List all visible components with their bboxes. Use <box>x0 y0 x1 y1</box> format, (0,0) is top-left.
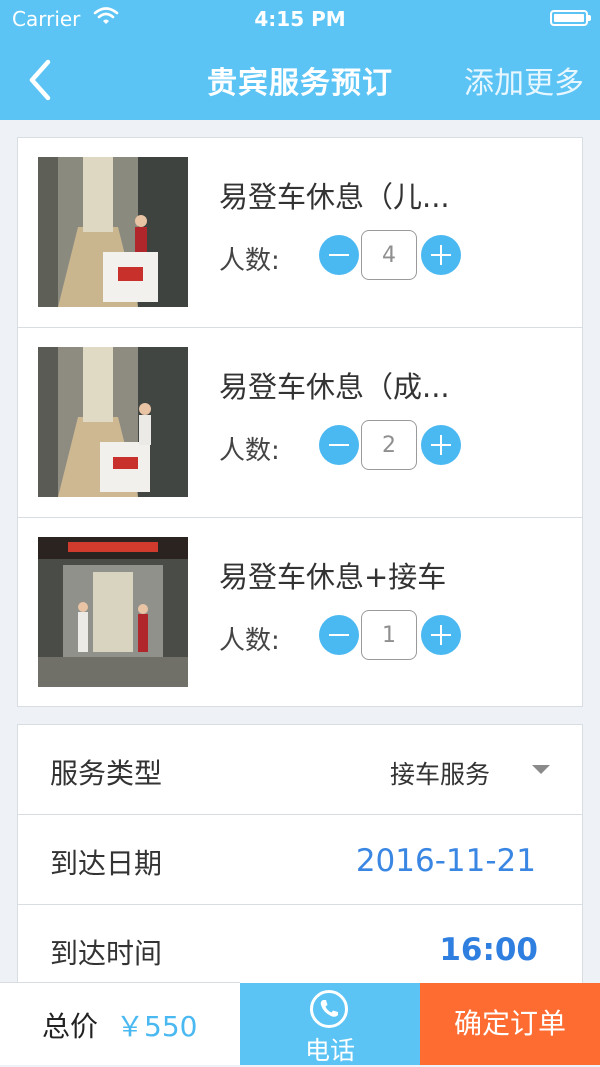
quantity-field[interactable]: 4 <box>361 230 417 280</box>
plus-icon[interactable] <box>421 235 461 275</box>
phone-button[interactable]: 电话 <box>240 983 420 1065</box>
count-label: 人数: <box>219 626 280 656</box>
total-value: ￥550 <box>116 1010 198 1043</box>
list-item: 易登车休息（成... 人数: 2 <box>18 328 582 518</box>
caret-down-icon[interactable] <box>532 765 550 774</box>
service-type-label: 服务类型 <box>50 757 163 790</box>
minus-icon[interactable] <box>319 235 359 275</box>
quantity-stepper: 2 <box>319 420 461 470</box>
service-photo <box>38 157 188 307</box>
status-bar: Carrier 4:15 PM <box>0 0 600 40</box>
arrival-time-value[interactable]: 16:00 <box>439 932 538 968</box>
arrival-time-label: 到达时间 <box>50 937 163 970</box>
service-photo <box>38 537 188 687</box>
status-time: 4:15 PM <box>254 7 346 31</box>
phone-label: 电话 <box>304 1036 355 1065</box>
item-name: 易登车休息（成... <box>219 370 450 404</box>
count-label: 人数: <box>219 436 280 466</box>
list-item: 易登车休息（儿... 人数: 4 <box>18 138 582 328</box>
confirm-order-button[interactable]: 确定订单 <box>420 983 600 1065</box>
item-name: 易登车休息+接车 <box>219 560 447 594</box>
total-label: 总价 <box>42 1010 99 1043</box>
plus-icon[interactable] <box>421 615 461 655</box>
arrival-time-row[interactable]: 到达时间 16:00 <box>18 905 582 995</box>
list-item: 易登车休息+接车 人数: 1 <box>18 518 582 708</box>
service-type-row[interactable]: 服务类型 接车服务 <box>18 725 582 815</box>
bottom-bar: 总价 ￥550 电话 确定订单 <box>0 983 600 1065</box>
add-more-button[interactable]: 添加更多 <box>464 58 584 102</box>
arrival-date-label: 到达日期 <box>50 847 163 880</box>
quantity-stepper: 1 <box>319 610 461 660</box>
quantity-field[interactable]: 2 <box>361 420 417 470</box>
minus-icon[interactable] <box>319 425 359 465</box>
arrival-date-value[interactable]: 2016-11-21 <box>356 843 536 879</box>
phone-icon <box>310 990 348 1028</box>
booking-form: 服务类型 接车服务 到达日期 2016-11-21 到达时间 16:00 <box>17 724 583 1004</box>
quantity-stepper: 4 <box>319 230 461 280</box>
quantity-field[interactable]: 1 <box>361 610 417 660</box>
item-name: 易登车休息（儿... <box>219 180 450 214</box>
total-price: 总价 ￥550 <box>0 983 240 1065</box>
service-list: 易登车休息（儿... 人数: 4 易登车休息（成... 人数: 2 易登车休息+… <box>17 137 583 707</box>
service-photo <box>38 347 188 497</box>
plus-icon[interactable] <box>421 425 461 465</box>
nav-bar: 贵宾服务预订 添加更多 <box>0 40 600 120</box>
minus-icon[interactable] <box>319 615 359 655</box>
service-type-select[interactable]: 接车服务 <box>390 755 490 791</box>
count-label: 人数: <box>219 246 280 276</box>
arrival-date-row[interactable]: 到达日期 2016-11-21 <box>18 815 582 905</box>
battery-icon <box>550 10 591 26</box>
